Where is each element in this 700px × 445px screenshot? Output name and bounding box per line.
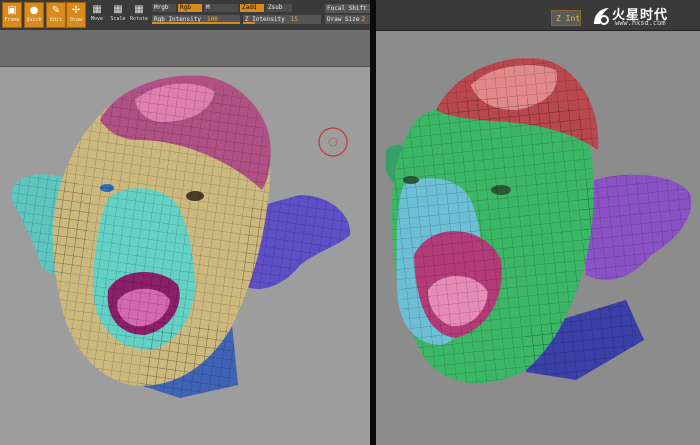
right-viewport: Z Intens 火星时代 www.hxsd.com	[376, 0, 700, 445]
monkey-head-model-groups[interactable]	[376, 0, 700, 445]
left-viewport: ▣ Frame ● Quick ✎ Edit ✢ Draw ▦ Move ▦ S…	[0, 0, 370, 445]
brush-cursor-icon[interactable]	[318, 127, 348, 157]
brush-cursor-inner	[328, 137, 338, 147]
monkey-head-model-polypaint[interactable]	[0, 0, 370, 445]
